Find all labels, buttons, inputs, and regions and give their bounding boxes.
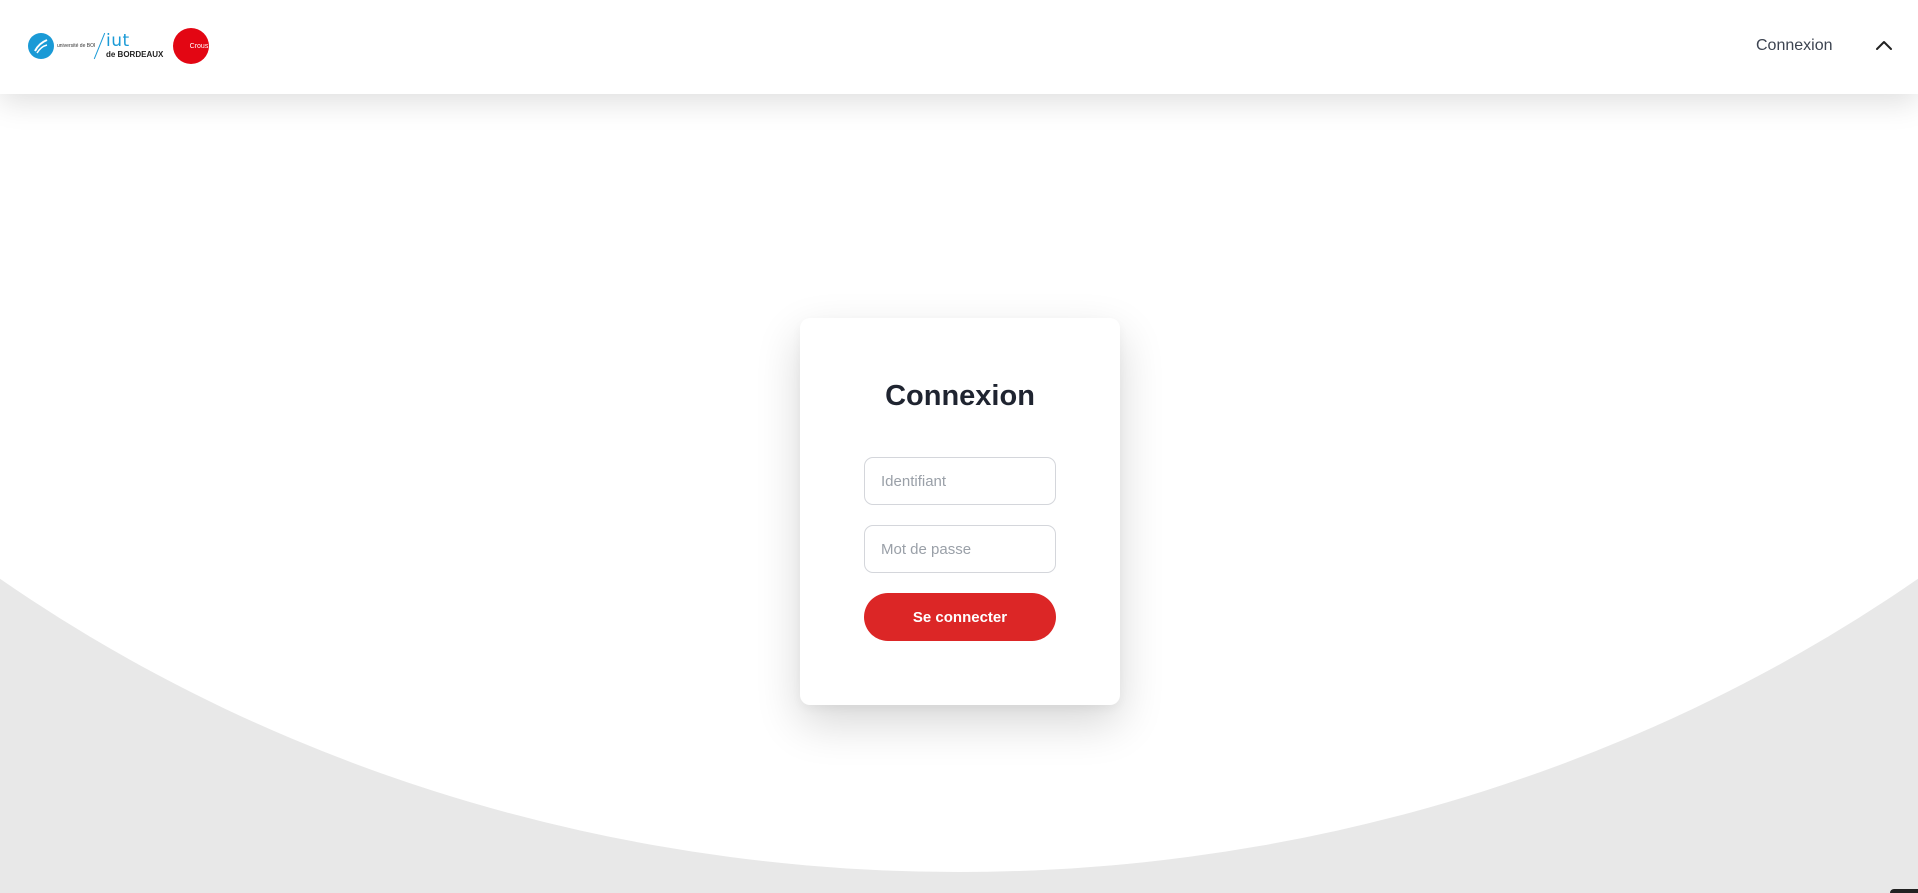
logo-divider (93, 32, 106, 60)
iut-logo-text: iut (106, 31, 130, 51)
nav-connexion-link[interactable]: Connexion (1756, 37, 1833, 55)
top-navbar: université de BORDEAUX iut de BORDEAUX C… (0, 0, 1918, 94)
crous-logo: Crous (173, 28, 210, 64)
iut-bordeaux-logo: iut de BORDEAUX (106, 33, 163, 59)
password-input[interactable] (864, 525, 1056, 573)
crous-logo-text: Crous (189, 42, 209, 50)
login-title: Connexion (885, 380, 1035, 412)
login-button[interactable]: Se connecter (864, 593, 1056, 641)
chevron-up-icon[interactable] (1872, 34, 1896, 58)
page: université de BORDEAUX iut de BORDEAUX C… (0, 0, 1918, 893)
universite-bordeaux-logo (28, 33, 54, 59)
universite-bordeaux-logo-mark (34, 39, 48, 54)
login-card: Connexion Se connecter (800, 318, 1120, 705)
universite-bordeaux-logo-text: université de BORDEAUX (57, 43, 95, 49)
logo-group[interactable]: université de BORDEAUX iut de BORDEAUX C… (28, 26, 210, 66)
iut-logo-subtext: de BORDEAUX (106, 50, 164, 59)
username-input[interactable] (864, 457, 1056, 505)
corner-indicator (1890, 889, 1918, 893)
